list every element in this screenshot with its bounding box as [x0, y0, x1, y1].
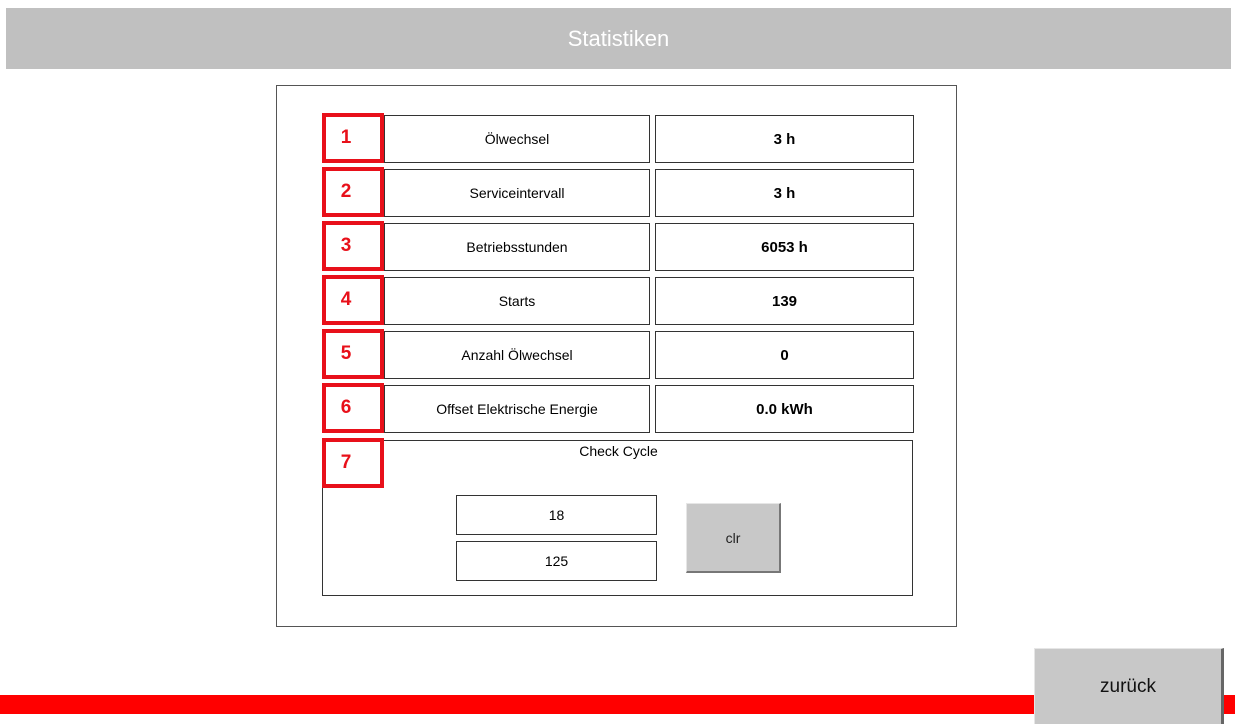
row-value-oil-change-count: 0 [655, 331, 914, 379]
clear-button[interactable]: clr [686, 503, 781, 573]
check-cycle-value-1: 18 [456, 495, 657, 535]
marker-3: 3 [322, 221, 384, 271]
row-label-oil-change-count: Anzahl Ölwechsel [384, 331, 650, 379]
back-button[interactable]: zurück [1034, 648, 1224, 724]
row-label-energy-offset: Offset Elektrische Energie [384, 385, 650, 433]
marker-4: 4 [322, 275, 384, 325]
row-label-service-interval: Serviceintervall [384, 169, 650, 217]
row-value-oil-change: 3 h [655, 115, 914, 163]
check-cycle-title: Check Cycle [579, 443, 658, 459]
marker-5: 5 [322, 329, 384, 379]
marker-1: 1 [322, 113, 384, 163]
row-value-energy-offset: 0.0 kWh [655, 385, 914, 433]
row-value-service-interval: 3 h [655, 169, 914, 217]
title-bar: Statistiken [6, 8, 1231, 69]
marker-7: 7 [322, 438, 384, 488]
row-label-operating-hours: Betriebsstunden [384, 223, 650, 271]
marker-2: 2 [322, 167, 384, 217]
marker-6: 6 [322, 383, 384, 433]
check-cycle-value-2: 125 [456, 541, 657, 581]
row-value-starts: 139 [655, 277, 914, 325]
page-title: Statistiken [567, 25, 670, 51]
row-value-operating-hours: 6053 h [655, 223, 914, 271]
row-label-oil-change: Ölwechsel [384, 115, 650, 163]
row-label-starts: Starts [384, 277, 650, 325]
